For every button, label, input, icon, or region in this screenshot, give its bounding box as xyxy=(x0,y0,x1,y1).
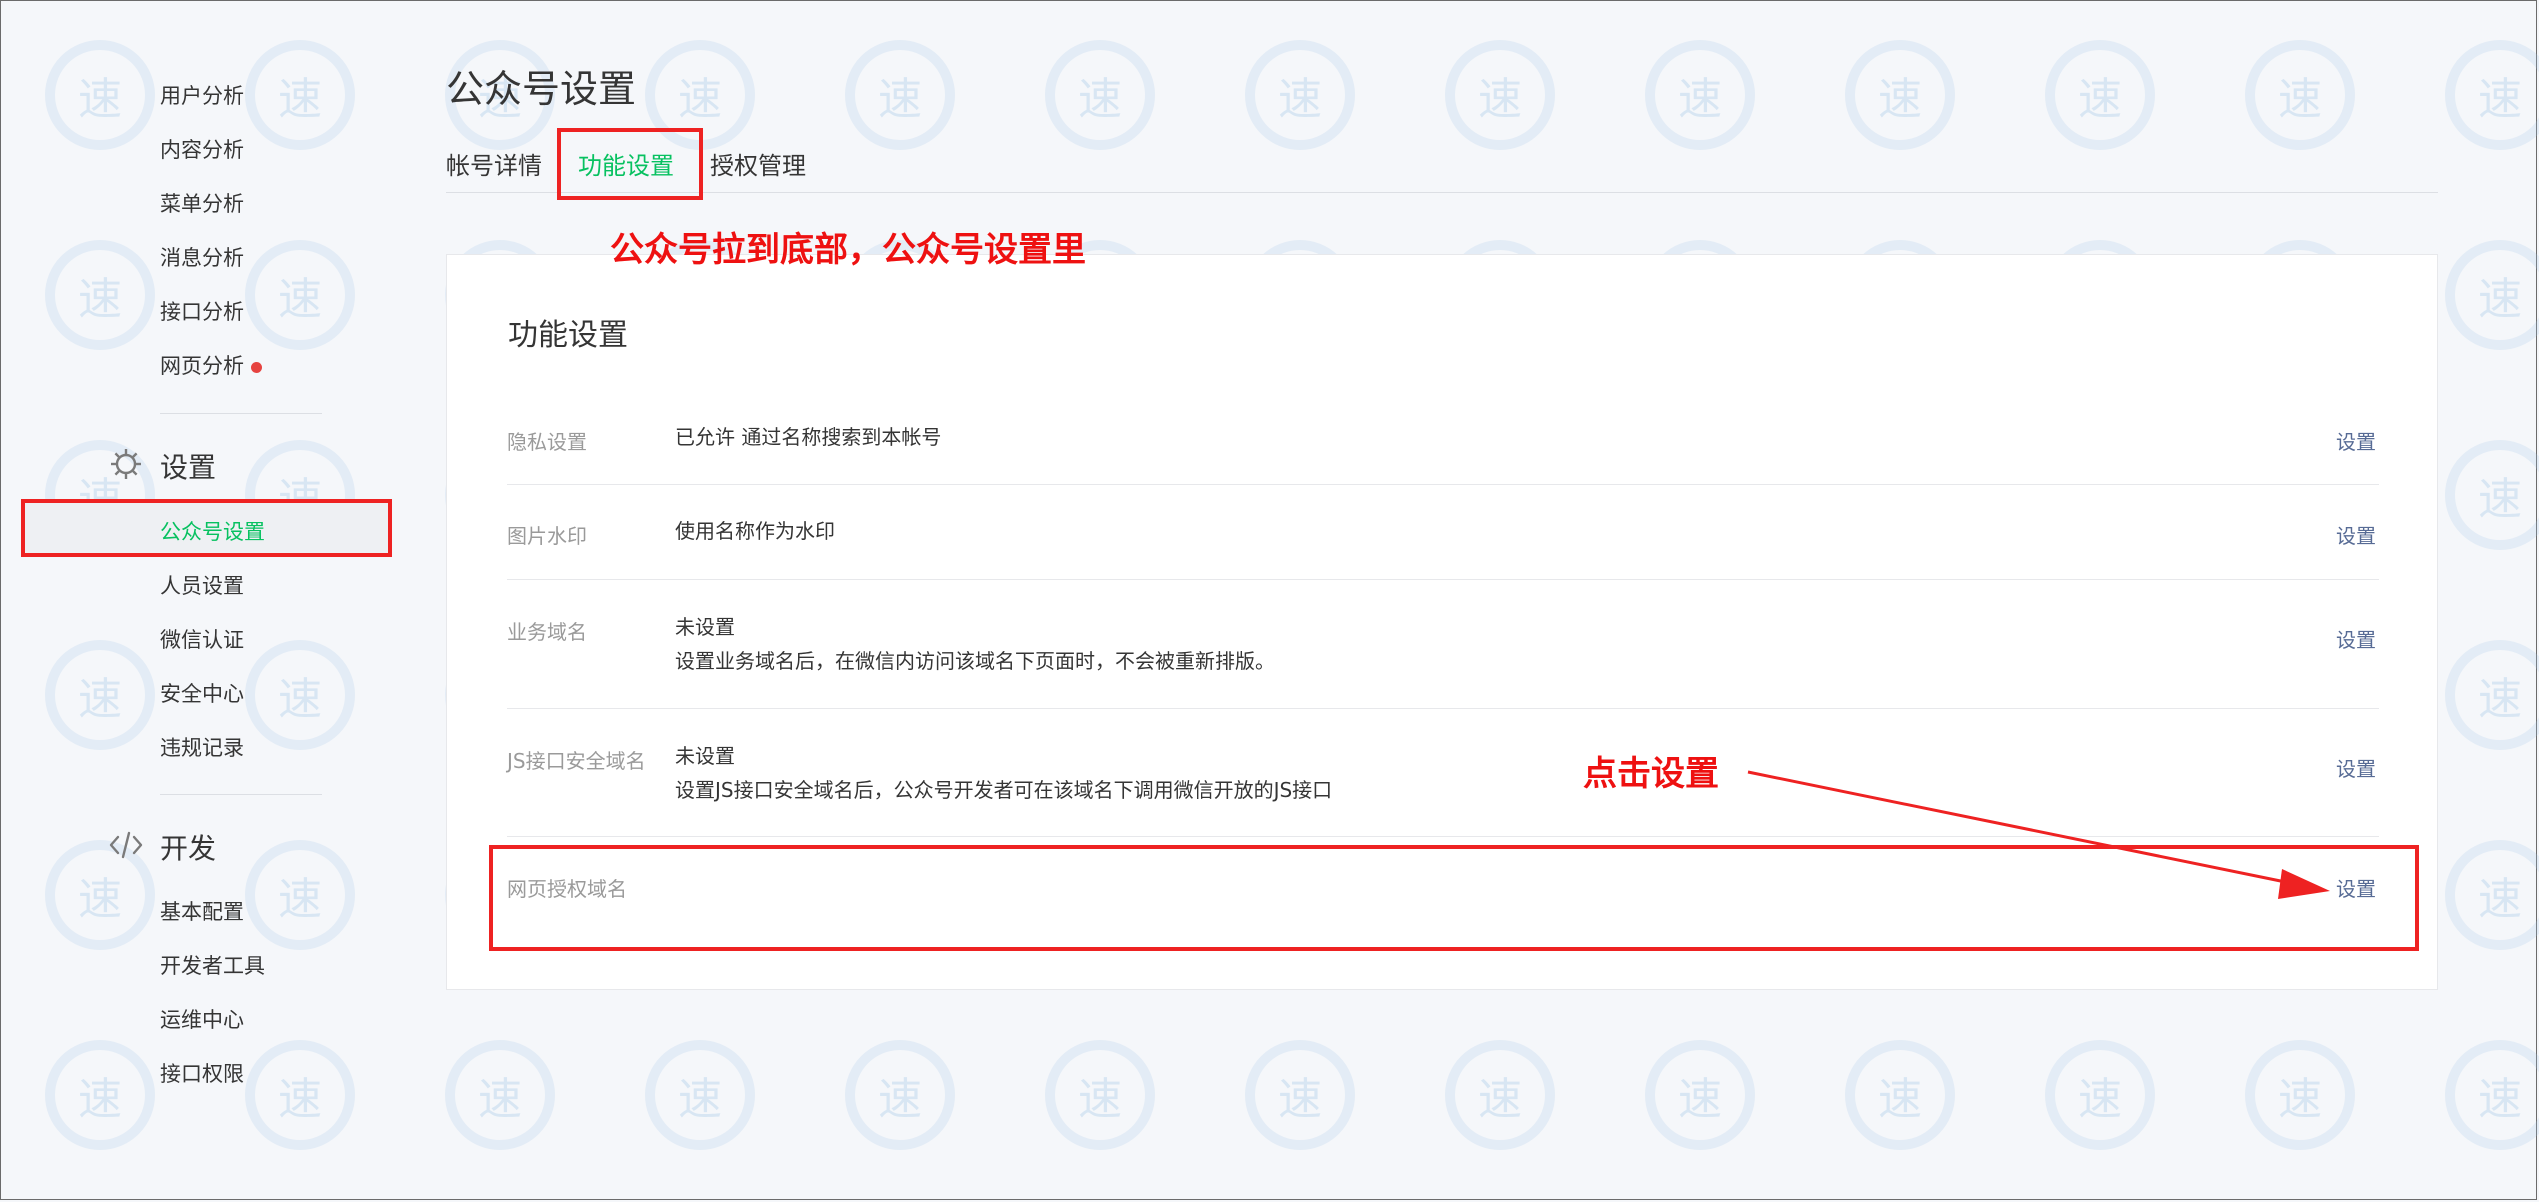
row-label-js-domain: JS接口安全域名 xyxy=(507,749,646,773)
row-divider xyxy=(507,708,2379,709)
code-icon xyxy=(109,831,143,859)
row-value-js-domain-desc: 设置JS接口安全域名后，公众号开发者可在该域名下调用微信开放的JS接口 xyxy=(675,778,1333,802)
sidebar-item-security-center[interactable]: 安全中心 xyxy=(160,678,244,708)
annotation-tip-click: 点击设置 xyxy=(1583,754,1719,794)
row-label-privacy: 隐私设置 xyxy=(507,430,587,454)
panel-title: 功能设置 xyxy=(508,318,628,353)
gear-icon xyxy=(111,449,141,479)
row-value-business-domain-desc: 设置业务域名后，在微信内访问该域名下页面时，不会被重新排版。 xyxy=(675,649,1275,673)
sidebar-item-api-permissions[interactable]: 接口权限 xyxy=(160,1058,244,1088)
sidebar-item-api-analysis[interactable]: 接口分析 xyxy=(160,296,244,326)
row-divider xyxy=(507,484,2379,485)
row-label-business-domain: 业务域名 xyxy=(507,620,587,644)
row-value-js-domain-status: 未设置 xyxy=(675,744,735,768)
row-value-privacy: 已允许 通过名称搜索到本帐号 xyxy=(675,425,942,449)
watermark-settings-button[interactable]: 设置 xyxy=(2336,520,2376,549)
sidebar-item-user-analysis[interactable]: 用户分析 xyxy=(160,80,244,110)
row-value-watermark: 使用名称作为水印 xyxy=(675,519,835,543)
js-domain-settings-button[interactable]: 设置 xyxy=(2336,753,2376,782)
sidebar: 用户分析 内容分析 菜单分析 消息分析 接口分析 网页分析 设置 公众号设置 人… xyxy=(0,0,400,1202)
sidebar-item-basic-config[interactable]: 基本配置 xyxy=(160,896,244,926)
sidebar-divider xyxy=(160,413,322,414)
row-divider xyxy=(507,579,2379,580)
row-divider xyxy=(507,836,2379,837)
sidebar-item-menu-analysis[interactable]: 菜单分析 xyxy=(160,188,244,218)
sidebar-section-dev: 开发 xyxy=(160,832,217,865)
sidebar-item-staff-settings[interactable]: 人员设置 xyxy=(160,570,244,600)
highlight-box-row xyxy=(489,845,2419,951)
sidebar-item-message-analysis[interactable]: 消息分析 xyxy=(160,242,244,272)
highlight-box-sidebar xyxy=(21,499,392,557)
highlight-box-tab xyxy=(557,128,703,200)
row-value-business-domain-status: 未设置 xyxy=(675,615,735,639)
sidebar-section-settings: 设置 xyxy=(160,451,217,484)
sidebar-item-wechat-verification[interactable]: 微信认证 xyxy=(160,624,244,654)
sidebar-item-content-analysis[interactable]: 内容分析 xyxy=(160,134,244,164)
page-title: 公众号设置 xyxy=(446,67,637,111)
notification-dot xyxy=(251,361,262,373)
sidebar-divider xyxy=(160,794,322,795)
sidebar-item-ops-center[interactable]: 运维中心 xyxy=(160,1004,244,1034)
annotation-tip-bottom: 公众号拉到底部，公众号设置里 xyxy=(610,230,1086,270)
row-label-watermark: 图片水印 xyxy=(507,524,587,548)
sidebar-item-web-analysis[interactable]: 网页分析 xyxy=(160,350,262,380)
privacy-settings-button[interactable]: 设置 xyxy=(2336,426,2376,455)
business-domain-settings-button[interactable]: 设置 xyxy=(2336,624,2376,653)
tabs-underline xyxy=(446,192,2438,193)
tab-account-details[interactable]: 帐号详情 xyxy=(446,146,542,181)
sidebar-item-label: 网页分析 xyxy=(160,354,244,378)
tab-authorization[interactable]: 授权管理 xyxy=(710,146,806,181)
sidebar-item-violation-records[interactable]: 违规记录 xyxy=(160,732,244,762)
sidebar-item-dev-tools[interactable]: 开发者工具 xyxy=(160,950,265,980)
